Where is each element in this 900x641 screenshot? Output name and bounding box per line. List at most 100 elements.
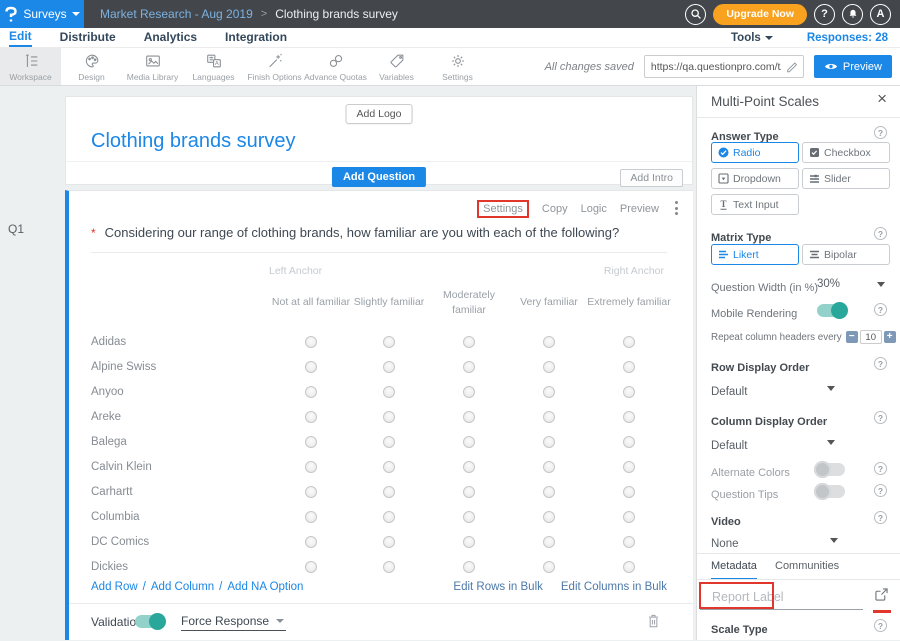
- kebab-menu-icon[interactable]: [673, 199, 680, 217]
- radio-button[interactable]: [383, 411, 395, 423]
- column-header[interactable]: Extremely familiar: [587, 283, 671, 323]
- radio-button[interactable]: [463, 336, 475, 348]
- radio-button[interactable]: [543, 436, 555, 448]
- radio-button[interactable]: [463, 486, 475, 498]
- help-icon[interactable]: ?: [874, 619, 887, 632]
- trash-icon[interactable]: [646, 612, 661, 629]
- toolbar-advance-quotas[interactable]: Advance Quotas: [305, 48, 366, 85]
- repeat-headers-value[interactable]: 10: [860, 330, 882, 344]
- add-column-link[interactable]: Add Column: [151, 581, 214, 593]
- radio-button[interactable]: [623, 461, 635, 473]
- question-copy-action[interactable]: Copy: [542, 203, 568, 215]
- avatar[interactable]: A: [870, 4, 891, 25]
- column-header[interactable]: Very familiar: [507, 283, 591, 323]
- radio-button[interactable]: [623, 511, 635, 523]
- radio-button[interactable]: [543, 411, 555, 423]
- help-icon[interactable]: ?: [874, 462, 887, 475]
- row-label[interactable]: Columbia: [91, 511, 140, 523]
- radio-button[interactable]: [543, 386, 555, 398]
- responses-link[interactable]: Responses: 28: [807, 32, 888, 44]
- search-button[interactable]: [685, 4, 706, 25]
- row-label[interactable]: Balega: [91, 436, 127, 448]
- nav-analytics[interactable]: Analytics: [144, 30, 197, 46]
- nav-distribute[interactable]: Distribute: [60, 30, 116, 46]
- plus-icon[interactable]: +: [884, 331, 896, 343]
- answer-type-radio[interactable]: Radio: [711, 142, 799, 163]
- help-icon[interactable]: ?: [874, 303, 887, 316]
- radio-button[interactable]: [623, 536, 635, 548]
- radio-button[interactable]: [463, 561, 475, 573]
- radio-button[interactable]: [305, 336, 317, 348]
- close-icon[interactable]: ×: [877, 90, 887, 107]
- radio-button[interactable]: [623, 486, 635, 498]
- radio-button[interactable]: [623, 336, 635, 348]
- radio-button[interactable]: [623, 411, 635, 423]
- radio-button[interactable]: [623, 436, 635, 448]
- question-width-value[interactable]: 30%: [817, 278, 840, 290]
- row-label[interactable]: Carhartt: [91, 486, 133, 498]
- radio-button[interactable]: [305, 411, 317, 423]
- row-label[interactable]: Alpine Swiss: [91, 361, 156, 373]
- survey-url-input[interactable]: [644, 55, 804, 78]
- nav-integration[interactable]: Integration: [225, 30, 287, 46]
- toolbar-workspace[interactable]: Workspace: [0, 48, 61, 85]
- radio-button[interactable]: [623, 386, 635, 398]
- toolbar-finish-options[interactable]: Finish Options: [244, 48, 305, 85]
- row-label[interactable]: Anyoo: [91, 386, 124, 398]
- radio-button[interactable]: [623, 361, 635, 373]
- breadcrumb-parent[interactable]: Market Research - Aug 2019: [100, 7, 253, 21]
- radio-button[interactable]: [543, 361, 555, 373]
- help-icon[interactable]: ?: [874, 357, 887, 370]
- radio-button[interactable]: [383, 386, 395, 398]
- radio-button[interactable]: [305, 436, 317, 448]
- toolbar-design[interactable]: Design: [61, 48, 122, 85]
- matrix-type-bipolar[interactable]: Bipolar: [802, 244, 890, 265]
- column-header[interactable]: Slightly familiar: [347, 283, 431, 323]
- tab-communities[interactable]: Communities: [775, 560, 839, 578]
- radio-button[interactable]: [305, 486, 317, 498]
- alternate-colors-toggle[interactable]: [815, 463, 845, 476]
- radio-button[interactable]: [543, 461, 555, 473]
- radio-button[interactable]: [383, 511, 395, 523]
- video-dropdown[interactable]: None: [711, 534, 887, 552]
- toolbar-languages[interactable]: A Languages: [183, 48, 244, 85]
- question-logic-action[interactable]: Logic: [581, 203, 607, 215]
- radio-button[interactable]: [383, 361, 395, 373]
- radio-button[interactable]: [543, 536, 555, 548]
- help-icon[interactable]: ?: [874, 511, 887, 524]
- minus-icon[interactable]: −: [846, 331, 858, 343]
- radio-button[interactable]: [383, 461, 395, 473]
- radio-button[interactable]: [543, 561, 555, 573]
- row-label[interactable]: Calvin Klein: [91, 461, 152, 473]
- chevron-down-icon[interactable]: [877, 282, 885, 287]
- validation-toggle[interactable]: [135, 615, 165, 628]
- toolbar-variables[interactable]: Variables: [366, 48, 427, 85]
- toolbar-settings[interactable]: Settings: [427, 48, 488, 85]
- right-anchor-label[interactable]: Right Anchor: [604, 265, 664, 277]
- surveys-menu[interactable]: Surveys: [0, 0, 84, 28]
- column-display-order-dropdown[interactable]: Default: [711, 436, 887, 454]
- answer-type-dropdown[interactable]: Dropdown: [711, 168, 799, 189]
- radio-button[interactable]: [383, 436, 395, 448]
- tools-menu[interactable]: Tools: [731, 32, 773, 44]
- row-label[interactable]: DC Comics: [91, 536, 149, 548]
- help-icon[interactable]: ?: [874, 227, 887, 240]
- tab-metadata[interactable]: Metadata: [711, 560, 757, 580]
- radio-button[interactable]: [383, 486, 395, 498]
- row-label[interactable]: Dickies: [91, 561, 128, 573]
- preview-button[interactable]: Preview: [814, 55, 892, 78]
- row-label[interactable]: Adidas: [91, 336, 126, 348]
- add-logo-button[interactable]: Add Logo: [346, 104, 413, 124]
- matrix-type-likert[interactable]: Likert: [711, 244, 799, 265]
- mobile-rendering-toggle[interactable]: [817, 304, 847, 317]
- radio-button[interactable]: [305, 511, 317, 523]
- radio-button[interactable]: [305, 561, 317, 573]
- radio-button[interactable]: [543, 336, 555, 348]
- help-icon[interactable]: ?: [874, 484, 887, 497]
- radio-button[interactable]: [305, 536, 317, 548]
- column-header[interactable]: Moderately familiar: [427, 283, 511, 323]
- radio-button[interactable]: [305, 461, 317, 473]
- survey-title[interactable]: Clothing brands survey: [91, 130, 296, 153]
- answer-type-slider[interactable]: Slider: [802, 168, 890, 189]
- question-preview-action[interactable]: Preview: [620, 203, 659, 215]
